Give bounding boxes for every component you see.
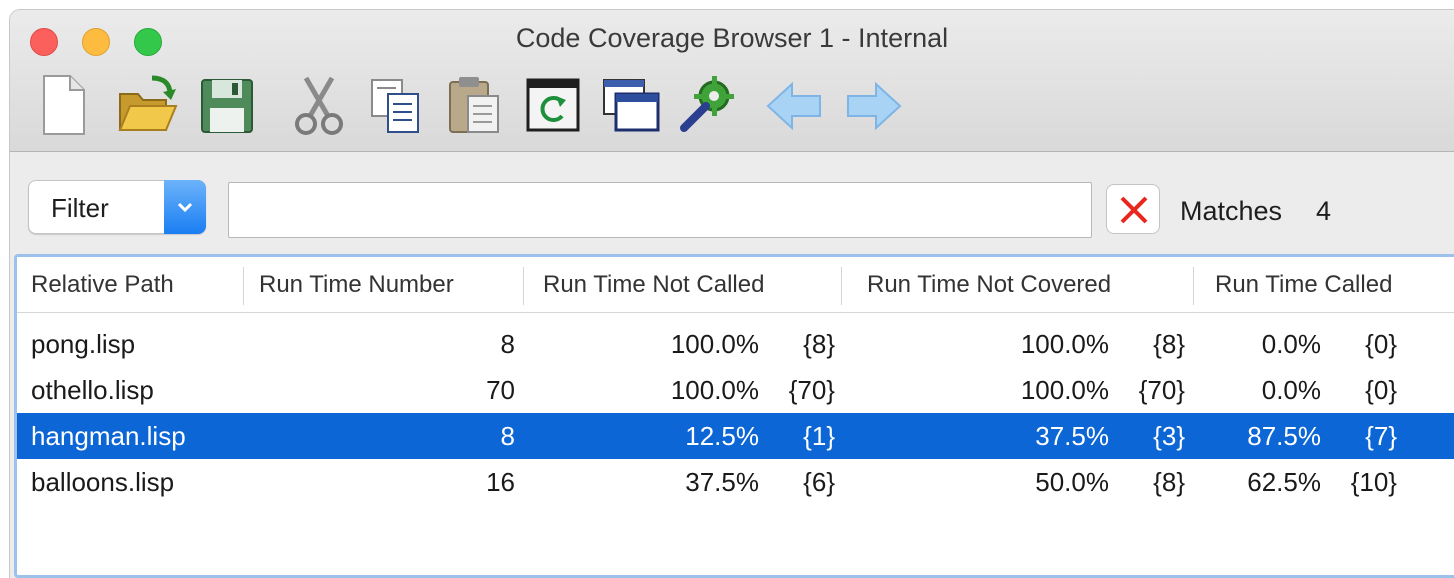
column-divider[interactable] (841, 267, 842, 305)
open-folder-button[interactable] (116, 72, 178, 138)
not-covered-count-cell: {70} (1138, 375, 1185, 405)
called-pct-cell: 87.5% (1247, 421, 1321, 451)
filter-input[interactable] (228, 182, 1092, 238)
filter-select-label: Filter (51, 193, 109, 223)
column-header-run-time-not-called[interactable]: Run Time Not Called (543, 257, 764, 313)
column-divider[interactable] (243, 267, 244, 305)
chevron-down-icon (177, 202, 193, 213)
number-cell: 16 (486, 467, 515, 497)
open-folder-icon (118, 75, 178, 131)
forward-button[interactable] (842, 72, 904, 138)
not-covered-pct-cell: 37.5% (1035, 421, 1109, 451)
not-covered-count-cell: {8} (1153, 329, 1185, 359)
refresh-button[interactable] (522, 72, 584, 138)
called-count-cell: {0} (1365, 329, 1397, 359)
not-called-count-cell: {70} (788, 375, 835, 405)
not-covered-count-cell: {8} (1153, 467, 1185, 497)
gear-wrench-icon (680, 76, 734, 132)
matches-count: 4 (1316, 196, 1332, 226)
clipboard-icon (449, 77, 499, 133)
copy-icon (371, 79, 419, 133)
called-pct-cell: 0.0% (1261, 329, 1321, 359)
table-header: Relative Path Run Time Number Run Time N… (17, 257, 1454, 313)
close-icon (1120, 196, 1148, 224)
not-called-count-cell: {8} (803, 329, 835, 359)
number-cell: 8 (500, 421, 515, 451)
floppy-disk-icon (201, 79, 253, 133)
new-document-icon (43, 75, 85, 135)
column-header-relative-path[interactable]: Relative Path (31, 257, 174, 313)
column-header-run-time-number[interactable]: Run Time Number (259, 257, 454, 313)
not-covered-pct-cell: 100.0% (1020, 329, 1109, 359)
arrow-right-icon (847, 81, 902, 131)
not-called-pct-cell: 37.5% (685, 467, 759, 497)
path-cell: othello.lisp (31, 375, 154, 405)
new-document-button[interactable] (32, 72, 94, 138)
refresh-window-icon (526, 78, 580, 132)
copy-button[interactable] (364, 72, 426, 138)
not-called-count-cell: {1} (803, 421, 835, 451)
called-count-cell: {10} (1350, 467, 1397, 497)
table-row[interactable]: othello.lisp 70 100.0% {70} 100.0% {70} … (17, 367, 1454, 413)
window-title: Code Coverage Browser 1 - Internal (515, 23, 949, 53)
called-count-cell: {0} (1365, 375, 1397, 405)
matches-label: Matches (1180, 196, 1283, 226)
not-called-count-cell: {6} (803, 467, 835, 497)
arrow-left-icon (766, 81, 821, 131)
title-bar: Code Coverage Browser 1 - Internal (10, 10, 1454, 152)
table-row[interactable]: hangman.lisp 8 12.5% {1} 37.5% {3} 87.5%… (17, 413, 1454, 459)
column-divider[interactable] (1193, 267, 1194, 305)
column-divider[interactable] (523, 267, 524, 305)
save-button[interactable] (196, 72, 258, 138)
paste-button[interactable] (444, 72, 506, 138)
called-count-cell: {7} (1365, 421, 1397, 451)
not-called-pct-cell: 100.0% (670, 329, 759, 359)
column-header-run-time-not-covered[interactable]: Run Time Not Covered (867, 257, 1111, 313)
called-pct-cell: 0.0% (1261, 375, 1321, 405)
called-pct-cell: 62.5% (1247, 467, 1321, 497)
filter-bar: Filter Matches 4 (10, 180, 1454, 240)
scissors-icon (295, 76, 343, 135)
column-header-run-time-called[interactable]: Run Time Called (1215, 257, 1392, 313)
filter-dropdown-toggle[interactable] (164, 180, 206, 234)
not-covered-pct-cell: 100.0% (1020, 375, 1109, 405)
back-button[interactable] (764, 72, 826, 138)
not-called-pct-cell: 100.0% (670, 375, 759, 405)
path-cell: balloons.lisp (31, 467, 175, 497)
path-cell: pong.lisp (31, 329, 136, 359)
table-row[interactable]: pong.lisp 8 100.0% {8} 100.0% {8} 0.0% {… (17, 321, 1454, 367)
not-covered-count-cell: {3} (1153, 421, 1185, 451)
coverage-table: Relative Path Run Time Number Run Time N… (14, 254, 1454, 578)
not-called-pct-cell: 12.5% (685, 421, 759, 451)
windows-button[interactable] (600, 72, 662, 138)
tools-button[interactable] (678, 72, 740, 138)
table-row[interactable]: balloons.lisp 16 37.5% {6} 50.0% {8} 62.… (17, 459, 1454, 505)
filter-select[interactable]: Filter (28, 180, 206, 234)
not-covered-pct-cell: 50.0% (1035, 467, 1109, 497)
windows-icon (603, 79, 660, 132)
number-cell: 8 (500, 329, 515, 359)
number-cell: 70 (486, 375, 515, 405)
app-window: Code Coverage Browser 1 - Internal Filte… (10, 10, 1454, 578)
cut-button[interactable] (288, 72, 350, 138)
path-cell: hangman.lisp (31, 421, 186, 451)
clear-filter-button[interactable] (1106, 184, 1160, 234)
